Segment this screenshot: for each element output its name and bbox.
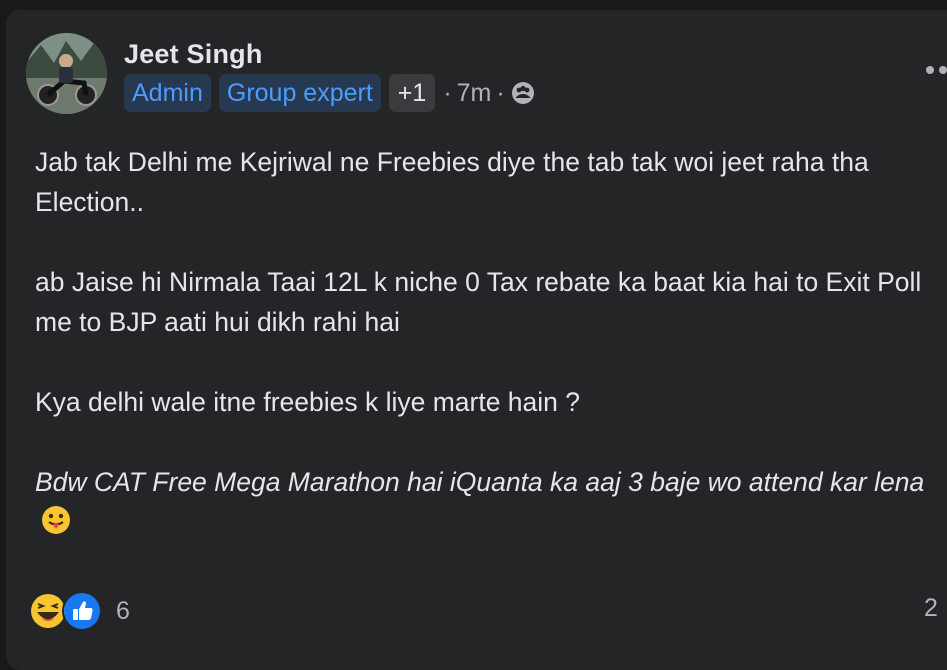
badge-more[interactable]: +1 [388,74,436,112]
post-body: Jab tak Delhi me Kejriwal ne Freebies di… [35,142,945,582]
post-time[interactable]: 7m [457,79,492,108]
author-avatar[interactable] [26,33,107,114]
author-name[interactable]: Jeet Singh [124,39,263,70]
badge-group-expert[interactable]: Group expert [218,74,381,112]
comment-count[interactable]: 2 [924,594,938,623]
post-timestamp-group: · 7m · [443,79,534,108]
post-meta: Admin Group expert +1 · 7m · [124,74,535,112]
post-paragraph: Jab tak Delhi me Kejriwal ne Freebies di… [35,147,877,217]
italic-text: Bdw CAT Free Mega Marathon hai iQuanta k… [35,467,925,497]
badge-admin[interactable]: Admin [124,74,211,112]
tongue-out-emoji [41,505,71,535]
reactions-summary[interactable]: 6 [30,591,130,631]
reaction-count[interactable]: 6 [116,597,130,626]
haha-reaction-icon [30,593,66,629]
separator: · [496,78,505,107]
post-card: Jeet Singh Admin Group expert +1 · 7m · [6,10,947,670]
post-paragraph: ab Jaise hi Nirmala Taai 12L k niche 0 T… [35,267,929,337]
separator: · [443,78,452,107]
group-icon[interactable] [511,81,535,105]
post-paragraph-italic: Bdw CAT Free Mega Marathon hai iQuanta k… [35,462,945,542]
post-paragraph: Kya delhi wale itne freebies k liye mart… [35,387,581,417]
more-options-icon[interactable] [924,62,947,78]
like-reaction-icon [62,591,102,631]
